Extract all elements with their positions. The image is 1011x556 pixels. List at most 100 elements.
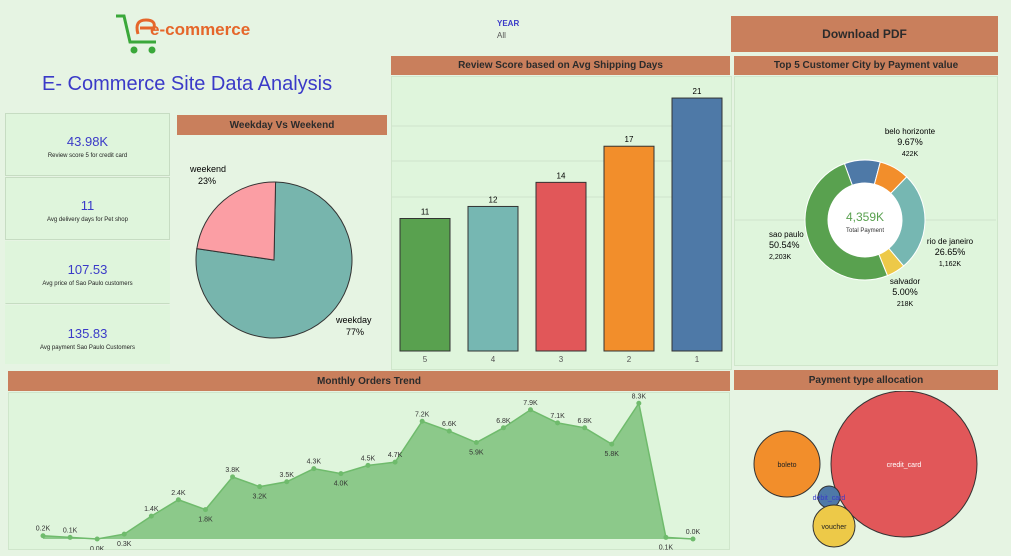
donut-label-amount: 2,203K [769, 254, 792, 261]
bubble-label: voucher [822, 524, 848, 531]
payment-chart-title: Payment type allocation [734, 370, 998, 390]
area-point[interactable] [257, 484, 263, 490]
bar[interactable] [535, 181, 587, 352]
area-point[interactable] [311, 466, 317, 472]
area-point[interactable] [203, 507, 208, 513]
area-data-label: 0.0K [686, 529, 701, 536]
area-data-label: 0.2K [36, 526, 51, 533]
bar[interactable] [399, 218, 451, 352]
donut-label-amount: 422K [902, 151, 919, 158]
kpi-value: 135.83 [67, 326, 108, 341]
area-data-label: 7.2K [415, 411, 430, 418]
donut-label-name: sao paulo [769, 230, 804, 239]
kpi-label: Avg delivery days for Pet shop [47, 217, 128, 223]
kpi-value: 11 [80, 198, 95, 213]
year-filter-value[interactable]: All [497, 31, 506, 40]
area-point[interactable] [663, 534, 669, 540]
weekday-pie-chart: weekday 77% weekend 23% [189, 164, 372, 339]
weekday-chart-title: Weekday Vs Weekend [177, 115, 387, 135]
donut-label-pct: 5.00% [892, 287, 918, 297]
donut-label-amount: 1,162K [939, 261, 962, 268]
payment-bubble-chart: credit_card boleto debit_cardvoucher [753, 391, 978, 548]
area-data-label: 5.8K [605, 451, 620, 458]
area-point[interactable] [419, 418, 425, 424]
donut-label-pct: 26.65% [935, 247, 966, 257]
area-data-label: 1.8K [198, 517, 213, 524]
area-point[interactable] [528, 407, 533, 413]
x-tick-label: 2 [627, 355, 632, 364]
area-data-label: 0.0K [90, 546, 105, 550]
page-title: E- Commerce Site Data Analysis [42, 73, 333, 95]
area-point[interactable] [40, 533, 46, 539]
review-bar-chart: 11 5 12 4 14 3 17 2 21 1 [391, 87, 731, 364]
area-data-label: 6.8K [577, 418, 592, 425]
area-fill [43, 403, 693, 539]
x-tick-label: 5 [423, 355, 428, 364]
donut-center-value: 4,359K [846, 210, 884, 224]
kpi-card: 107.53 Avg price of Sao Paulo customers [5, 241, 170, 304]
area-point[interactable] [67, 534, 73, 540]
area-data-label: 4.0K [334, 481, 349, 488]
x-tick-label: 4 [491, 355, 496, 364]
area-data-label: 1.4K [144, 506, 159, 513]
pie-slice-weekend[interactable] [196, 181, 277, 261]
download-pdf-button[interactable]: Download PDF [731, 16, 998, 52]
bar-data-label: 12 [489, 195, 498, 204]
orders-chart-title: Monthly Orders Trend [8, 371, 730, 391]
logo-text: e-commerce [150, 20, 251, 39]
area-point[interactable] [148, 513, 154, 519]
donut-label-pct: 9.67% [897, 137, 923, 147]
area-point[interactable] [121, 531, 127, 537]
area-point[interactable] [338, 471, 344, 477]
area-data-label: 3.5K [280, 472, 295, 479]
bar[interactable] [467, 205, 519, 352]
area-point[interactable] [609, 441, 615, 447]
area-point[interactable] [175, 497, 181, 503]
area-point[interactable] [473, 440, 479, 446]
year-filter-label: YEAR [497, 19, 520, 28]
donut-label-name: salvador [890, 277, 921, 286]
area-data-label: 0.1K [659, 544, 674, 550]
bar[interactable] [671, 97, 723, 352]
area-point[interactable] [582, 425, 588, 431]
area-point[interactable] [284, 479, 290, 485]
area-point[interactable] [636, 400, 642, 406]
area-data-label: 6.8K [496, 418, 511, 425]
kpi-label: Avg payment Sao Paulo Customers [40, 345, 135, 351]
bar-data-label: 14 [557, 171, 566, 180]
area-data-label: 2.4K [171, 490, 186, 497]
kpi-card: 135.83 Avg payment Sao Paulo Customers [5, 305, 170, 364]
area-data-label: 4.3K [307, 459, 322, 466]
area-point[interactable] [555, 420, 561, 426]
area-point[interactable] [446, 428, 452, 434]
donut-label-pct: 50.54% [769, 240, 800, 250]
area-point[interactable] [94, 536, 100, 542]
area-data-label: 3.2K [252, 494, 267, 501]
area-point[interactable] [392, 459, 398, 465]
donut-center-label: Total Payment [846, 228, 884, 234]
kpi-value: 43.98K [66, 134, 109, 149]
bubble-label: debit_card [813, 495, 846, 502]
pie-label-pct: 23% [198, 176, 216, 186]
area-data-label: 4.7K [388, 452, 403, 459]
area-point[interactable] [365, 462, 371, 468]
kpi-value: 107.53 [67, 262, 108, 277]
orders-area-chart: 0.2K 0.1K 0.0K 0.3K 1.4K 2.4K 1.8K 3.8K 3.2K 3.5K… [36, 393, 701, 550]
donut-label-name: belo horizonte [885, 127, 936, 136]
pie-label-name: weekday [335, 315, 372, 325]
bar[interactable] [603, 145, 655, 352]
area-data-label: 8.3K [632, 393, 647, 400]
area-point[interactable] [230, 474, 236, 480]
pie-label-pct: 77% [346, 327, 364, 337]
bubble-label: boleto [777, 462, 796, 469]
city-donut-chart: 4,359K Total Payment belo horizonte9.67% 42… [734, 127, 996, 308]
bar-data-label: 11 [421, 208, 430, 217]
x-tick-label: 3 [559, 355, 564, 364]
bar-data-label: 17 [625, 135, 634, 144]
area-point[interactable] [690, 536, 696, 542]
area-data-label: 0.3K [117, 541, 132, 548]
area-data-label: 5.9K [469, 450, 484, 457]
area-point[interactable] [500, 425, 506, 431]
x-tick-label: 1 [695, 355, 700, 364]
area-data-label: 3.8K [225, 467, 240, 474]
